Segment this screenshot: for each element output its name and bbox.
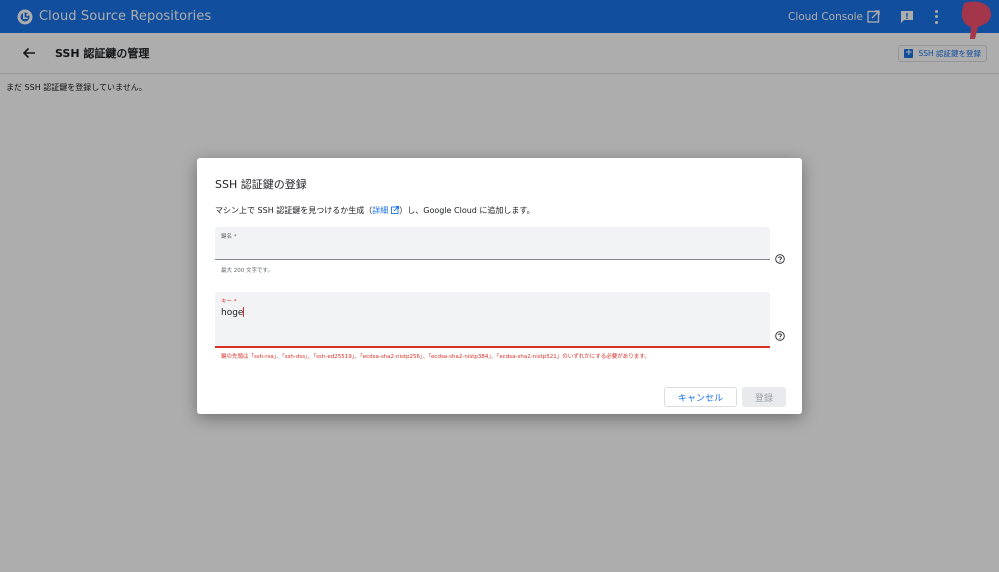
learn-more-link[interactable]: 詳細 [372,206,400,215]
dialog-title: SSH 認証鍵の登録 [215,178,307,191]
key-value[interactable]: hoge [221,307,245,318]
description-prefix: マシン上で SSH 認証鍵を見つけるか生成（ [215,206,373,215]
key-label: キー * [221,299,237,305]
key-value-text: hoge [221,308,244,318]
description-suffix: ）し、Google Cloud に追加します。 [399,206,535,215]
register-button[interactable]: 登録 [742,387,786,407]
key-name-hint: 最大 200 文字です。 [221,268,273,274]
key-error-message: 鍵の先頭は「ssh-rsa」、「ssh-dss」、「ssh-ed25519」、「… [221,354,650,360]
help-icon[interactable] [775,254,785,264]
dialog-description: マシン上で SSH 認証鍵を見つけるか生成（詳細 ）し、Google Cloud … [215,205,535,216]
cancel-button[interactable]: キャンセル [664,387,737,407]
learn-more-label: 詳細 [372,206,389,215]
key-field[interactable]: キー * hoge [215,292,770,348]
text-cursor [243,307,245,317]
key-name-field[interactable]: 鍵名 * [215,227,770,260]
register-ssh-key-dialog: SSH 認証鍵の登録 マシン上で SSH 認証鍵を見つけるか生成（詳細 ）し、Go… [197,158,802,414]
help-icon[interactable] [775,331,785,341]
key-name-label: 鍵名 * [221,234,237,240]
